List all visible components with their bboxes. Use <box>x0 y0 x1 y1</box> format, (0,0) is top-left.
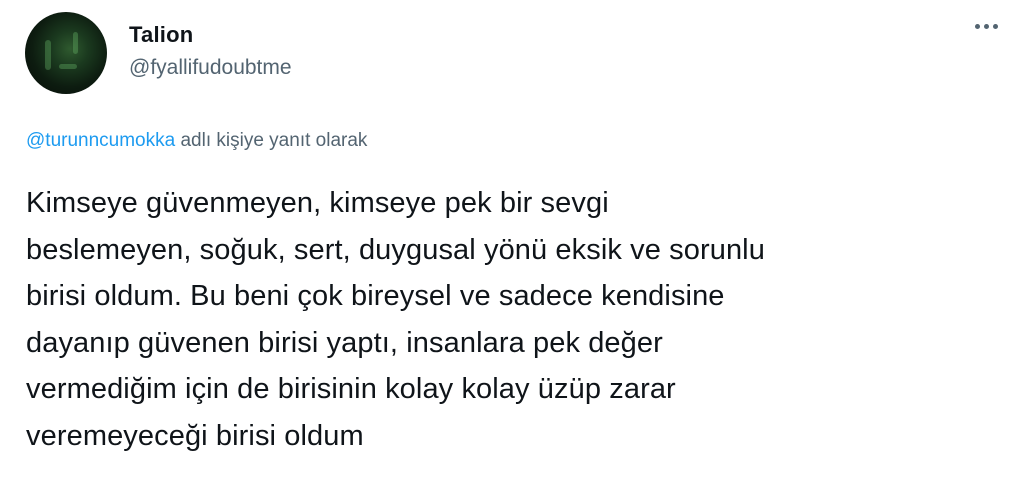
more-horizontal-icon-dot <box>984 24 989 29</box>
more-options-button[interactable] <box>971 20 1002 33</box>
avatar[interactable] <box>25 12 107 94</box>
reply-mention-link[interactable]: @turunncumokka <box>26 130 175 151</box>
tweet-card: Talion @fyallifudoubtme @turunncumokka a… <box>0 0 1024 477</box>
user-handle[interactable]: @fyallifudoubtme <box>129 55 292 81</box>
author-info: Talion @fyallifudoubtme <box>129 21 292 81</box>
avatar-image-detail <box>73 32 78 54</box>
avatar-image-detail <box>59 64 77 69</box>
display-name[interactable]: Talion <box>129 21 292 49</box>
reply-context: @turunncumokka adlı kişiye yanıt olarak <box>26 129 367 153</box>
avatar-image-detail <box>45 40 51 70</box>
tweet-text: Kimseye güvenmeyen, kimseye pek bir sevg… <box>26 187 765 452</box>
more-horizontal-icon <box>975 24 980 29</box>
more-horizontal-icon-dot <box>993 24 998 29</box>
reply-context-label: adlı kişiye yanıt olarak <box>175 130 368 151</box>
